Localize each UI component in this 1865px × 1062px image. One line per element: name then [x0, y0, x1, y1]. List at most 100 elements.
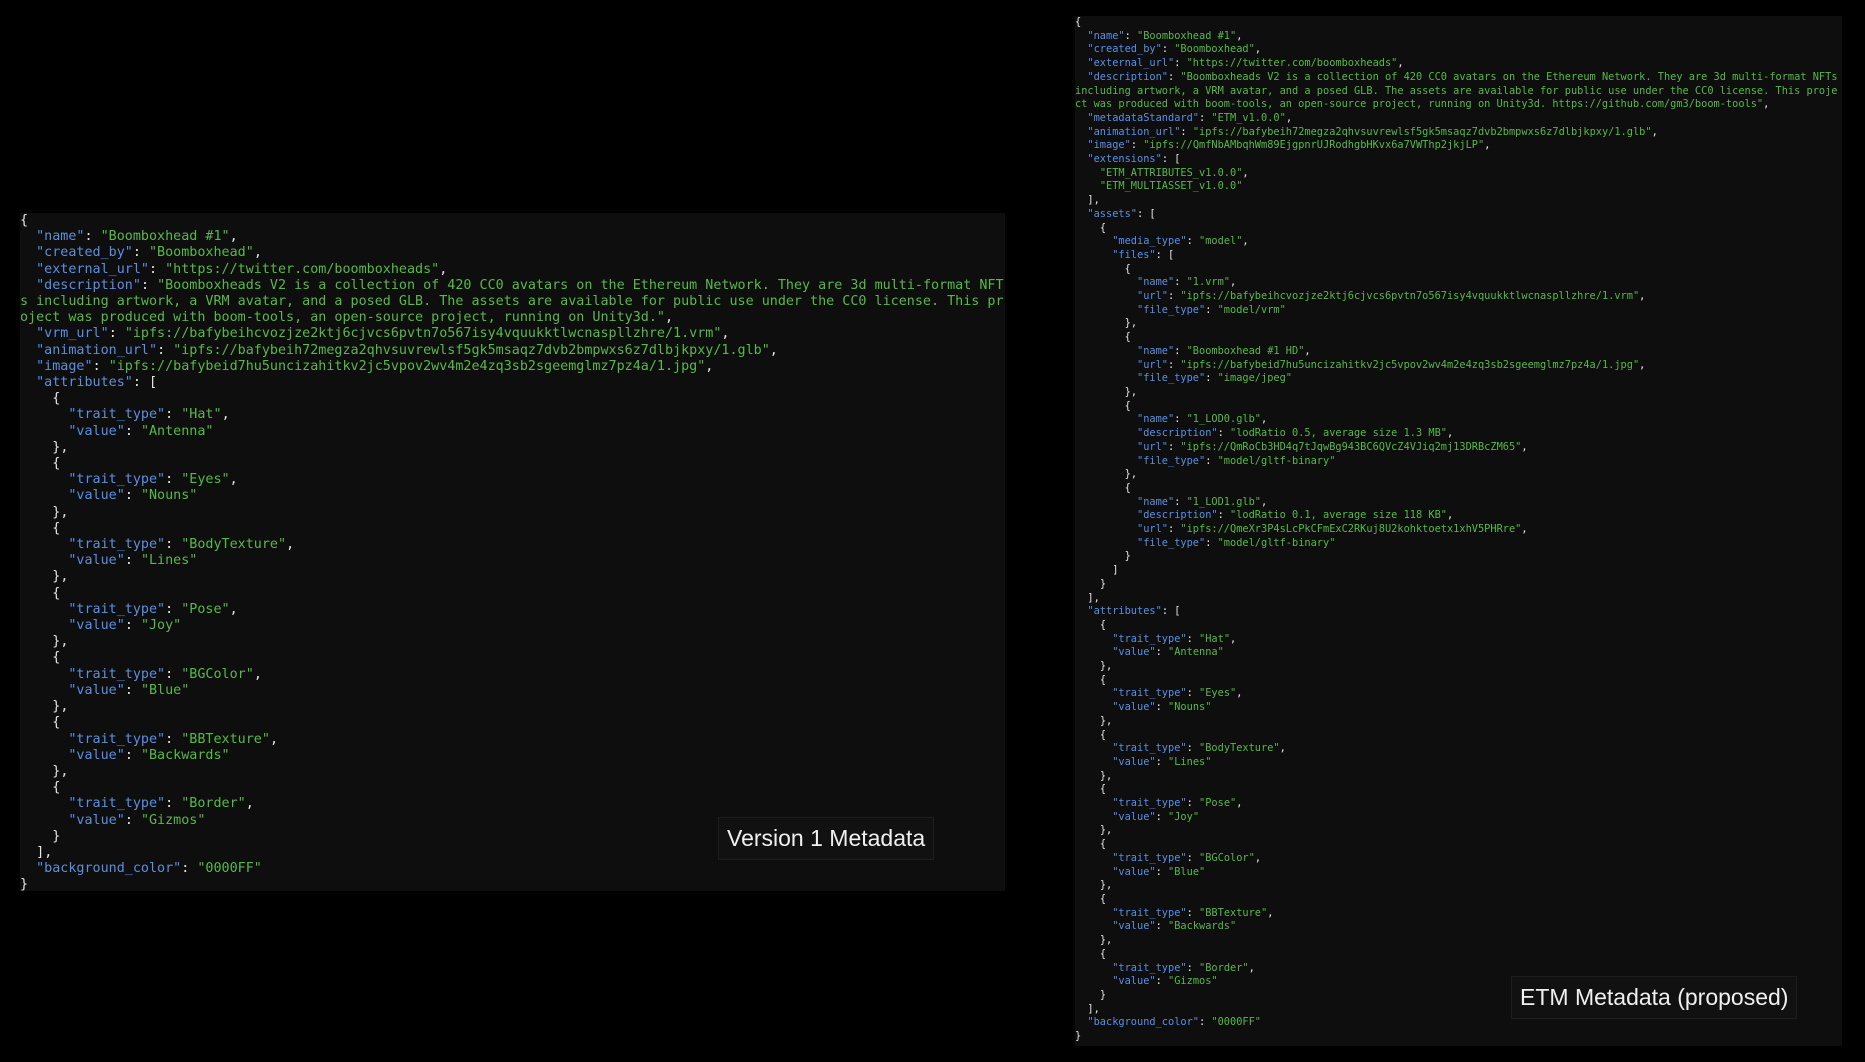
json-string-value: "ipfs://bafybeihcvozjze2ktj6cjvcs6pvtn7o…	[124, 326, 722, 342]
json-string-value: "BGColor"	[181, 666, 254, 682]
json-key: "value"	[1112, 646, 1156, 659]
json-string-value: "1_LOD1.glb"	[1186, 495, 1262, 508]
json-key: "name"	[1137, 413, 1175, 426]
json-key: "value"	[68, 423, 125, 439]
json-string-value: "Blue"	[140, 682, 190, 698]
json-string-value: "Boomboxhead #1"	[1137, 29, 1237, 42]
json-key: "name"	[1137, 276, 1175, 289]
json-string-value: "Boomboxheads V2 is a collection of 420 …	[20, 277, 1004, 326]
json-string-value: "BBTexture"	[1199, 906, 1268, 919]
json-key: "value"	[68, 812, 125, 828]
json-string-value: "0000FF"	[1211, 1016, 1262, 1029]
json-key: "trait_type"	[1112, 742, 1187, 755]
json-string-value: "Backwards"	[140, 747, 230, 763]
json-string-value: "ipfs://bafybeih72megza2qhvsuvrewlsf5gk5…	[173, 342, 770, 358]
json-key: "value"	[68, 553, 125, 569]
json-string-value: "BBTexture"	[181, 731, 270, 747]
json-key: "file_type"	[1137, 372, 1206, 385]
json-key: "url"	[1137, 440, 1168, 453]
json-key: "trait_type"	[68, 666, 166, 682]
json-string-value: "BodyTexture"	[181, 537, 287, 553]
json-key: "image"	[36, 358, 93, 374]
json-string-value: "Boomboxhead #1"	[100, 229, 230, 245]
json-key: "trait_type"	[1112, 906, 1187, 919]
json-string-value: "image/jpeg"	[1217, 372, 1293, 385]
etm-caption: ETM Metadata (proposed)	[1511, 976, 1798, 1019]
json-key: "file_type"	[1137, 454, 1206, 467]
json-string-value: "Hat"	[1199, 632, 1231, 645]
json-string-value: "1_LOD0.glb"	[1186, 413, 1262, 426]
json-key: "value"	[68, 747, 125, 763]
json-key: "name"	[36, 229, 85, 245]
json-string-value: "ipfs://QmRoCb3HD4q7tJqwBg943BC6QVcZ4VJi…	[1180, 440, 1522, 453]
json-key: "trait_type"	[1112, 961, 1187, 974]
json-key: "trait_type"	[1112, 632, 1187, 645]
json-key: "extensions"	[1087, 153, 1162, 166]
json-key: "value"	[1112, 865, 1156, 878]
json-key: "trait_type"	[68, 407, 166, 423]
json-key: "description"	[1087, 70, 1168, 83]
json-string-value: "Gizmos"	[140, 812, 206, 828]
json-string-value: "Border"	[1199, 961, 1249, 974]
json-string-value: "https://twitter.com/boomboxheads"	[1186, 57, 1398, 70]
json-string-value: "ipfs://bafybeihcvozjze2ktj6cjvcs6pvtn7o…	[1180, 290, 1640, 303]
json-string-value: "ipfs://QmeXr3P4sLcPkCFmExC2RKuj8U2kohkt…	[1180, 523, 1522, 536]
json-key: "animation_url"	[1087, 125, 1181, 138]
json-key: "value"	[68, 618, 125, 634]
json-string-value: "ipfs://bafybeid7hu5uncizahitkv2jc5vpov2…	[1180, 358, 1640, 371]
json-key: "trait_type"	[1112, 797, 1187, 810]
json-key: "external_url"	[36, 261, 149, 277]
json-key: "name"	[1137, 344, 1175, 357]
json-string-value: "Nouns"	[140, 488, 198, 504]
json-string-value: "model/gltf-binary"	[1217, 454, 1336, 467]
json-string-value: "0000FF"	[197, 861, 262, 877]
json-string-value: "Antenna"	[140, 423, 214, 439]
json-key: "vrm_url"	[36, 326, 109, 342]
json-key: "url"	[1137, 358, 1168, 371]
json-string-value: "Lines"	[1168, 755, 1212, 768]
json-key: "description"	[36, 277, 141, 293]
json-string-value: "Boomboxhead"	[1174, 43, 1255, 56]
json-key: "file_type"	[1137, 303, 1206, 316]
json-key: "assets"	[1087, 207, 1138, 220]
json-key: "background_color"	[36, 861, 182, 877]
json-key: "trait_type"	[1112, 851, 1187, 864]
json-key: "files"	[1112, 248, 1156, 261]
json-string-value: "Boomboxhead"	[149, 245, 254, 261]
json-key: "attributes"	[1087, 605, 1162, 618]
json-key: "value"	[1112, 920, 1156, 933]
json-key: "file_type"	[1137, 536, 1206, 549]
json-string-value: "Joy"	[1168, 810, 1200, 823]
json-string-value: "ETM_MULTIASSET_v1.0.0"	[1099, 180, 1243, 193]
version1-caption: Version 1 Metadata	[718, 817, 935, 860]
json-key: "created_by"	[1087, 43, 1162, 56]
json-string-value: "Blue"	[1168, 865, 1206, 878]
json-key: "trait_type"	[68, 601, 166, 617]
json-string-value: "BodyTexture"	[1199, 742, 1280, 755]
json-string-value: "Eyes"	[181, 472, 230, 488]
json-key: "url"	[1137, 523, 1168, 536]
json-string-value: "lodRatio 0.1, average size 118 KB"	[1230, 509, 1447, 522]
json-key: "name"	[1137, 495, 1175, 508]
json-key: "attributes"	[36, 375, 133, 391]
json-string-value: "ETM_v1.0.0"	[1211, 111, 1286, 124]
json-key: "value"	[1112, 810, 1156, 823]
json-key: "description"	[1137, 427, 1218, 440]
json-string-value: "ipfs://QmfNbAMbqhWm89EjgpnrUJRodhgbHKvx…	[1143, 139, 1485, 152]
json-key: "trait_type"	[68, 731, 166, 747]
json-string-value: "Nouns"	[1168, 701, 1212, 714]
etm-metadata-code: { "name": "Boomboxhead #1", "created_by"…	[1075, 16, 1842, 1044]
json-string-value: "Eyes"	[1199, 687, 1237, 700]
json-string-value: "ipfs://bafybeid7hu5uncizahitkv2jc5vpov2…	[108, 358, 706, 374]
json-string-value: "Backwards"	[1168, 920, 1237, 933]
json-key: "value"	[1112, 975, 1156, 988]
json-key: "value"	[1112, 755, 1156, 768]
json-string-value: "Lines"	[140, 553, 198, 569]
json-string-value: "Boomboxheads V2 is a collection of 420 …	[1075, 70, 1838, 111]
json-string-value: "1.vrm"	[1186, 276, 1231, 289]
json-string-value: "Joy"	[140, 618, 182, 634]
right-code-panel: { "name": "Boomboxhead #1", "created_by"…	[1075, 16, 1842, 1046]
json-key: "trait_type"	[68, 472, 166, 488]
json-key: "value"	[68, 682, 125, 698]
json-key: "metadataStandard"	[1087, 111, 1199, 124]
